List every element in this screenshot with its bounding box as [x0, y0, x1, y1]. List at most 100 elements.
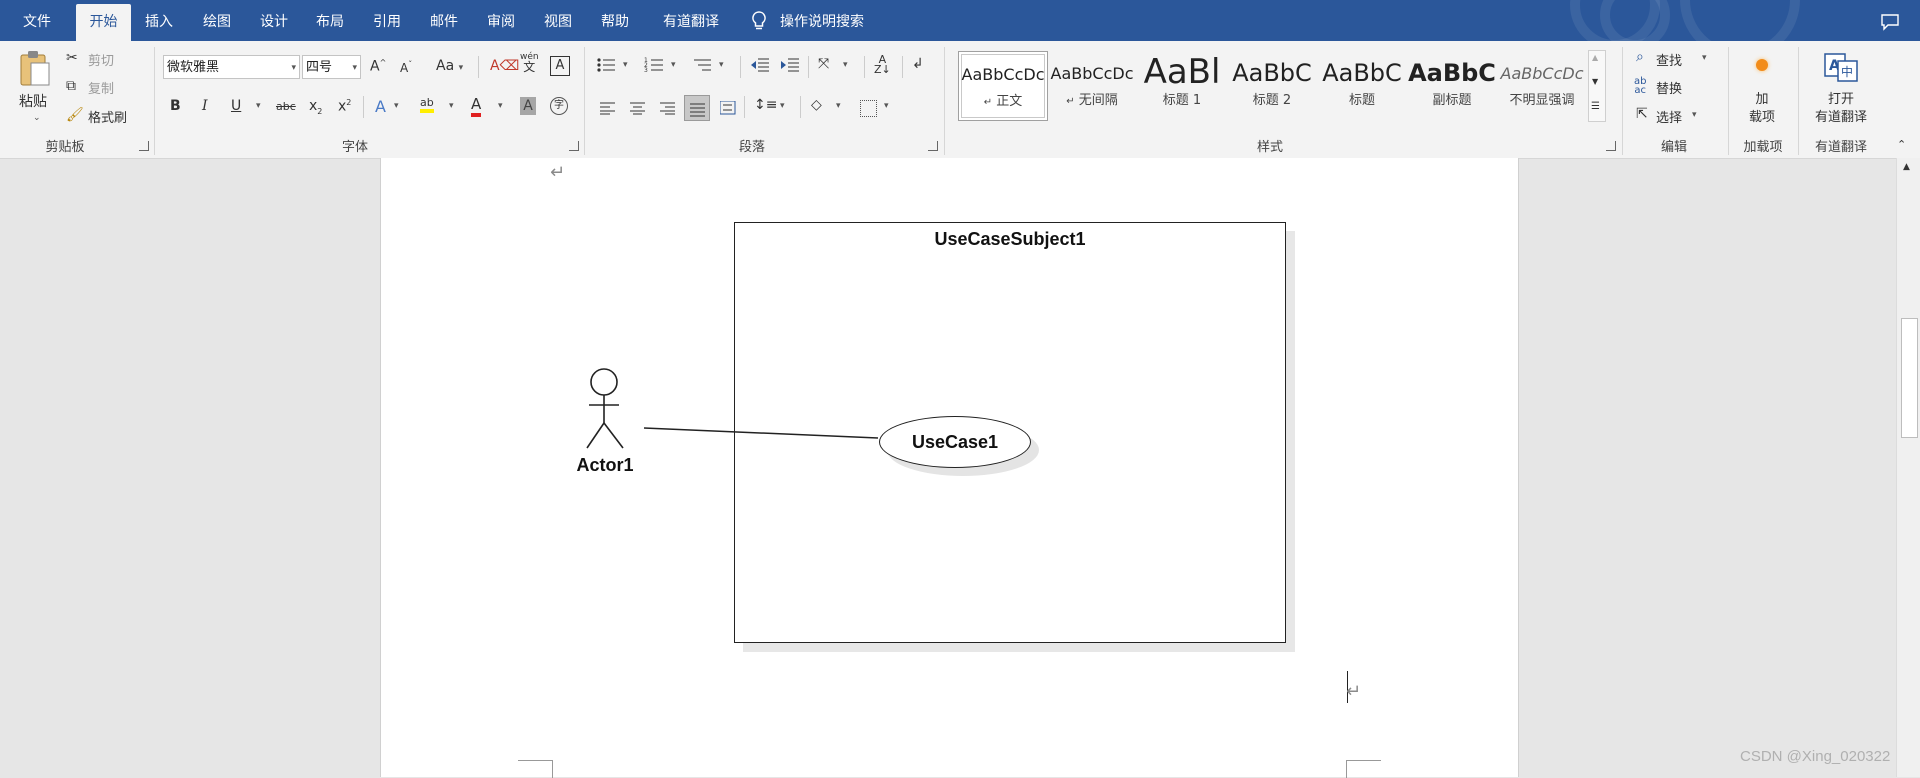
font-name-combo[interactable]: 微软雅黑 ▾: [163, 55, 300, 79]
tab-help[interactable]: 帮助: [592, 0, 638, 41]
line-spacing-icon[interactable]: ↕≡: [754, 97, 777, 113]
cut-button[interactable]: 剪切: [88, 50, 114, 69]
borders-chevron-icon[interactable]: ▾: [884, 101, 889, 111]
underline-button[interactable]: U: [231, 98, 241, 114]
superscript-button[interactable]: x2: [338, 98, 351, 115]
comments-icon[interactable]: [1880, 13, 1900, 31]
tab-insert[interactable]: 插入: [136, 0, 182, 41]
tab-mailings[interactable]: 邮件: [421, 0, 467, 41]
tab-layout[interactable]: 布局: [307, 0, 353, 41]
text-effects-icon[interactable]: A: [375, 97, 386, 116]
paragraph-launcher-icon[interactable]: [928, 141, 938, 151]
character-border-button[interactable]: A: [550, 56, 570, 76]
select-button[interactable]: 选择: [1656, 107, 1682, 126]
tab-file[interactable]: 文件: [8, 0, 66, 41]
replace-button[interactable]: 替换: [1656, 78, 1682, 97]
tab-references[interactable]: 引用: [364, 0, 410, 41]
styles-more-icon[interactable]: ☰: [1591, 101, 1600, 112]
tab-design[interactable]: 设计: [251, 0, 297, 41]
chinese-layout-chevron-icon[interactable]: ▾: [843, 60, 848, 70]
tab-draw[interactable]: 绘图: [194, 0, 240, 41]
style-subtitle[interactable]: AaBbC 副标题: [1408, 51, 1496, 119]
multilevel-list-icon[interactable]: [692, 56, 712, 74]
grow-font-button[interactable]: A^: [370, 58, 386, 75]
style-no-spacing[interactable]: AaBbCcDc ↵ 无间隔: [1048, 51, 1136, 119]
youdao-group-label: 有道翻译: [1814, 140, 1867, 155]
distributed-icon[interactable]: [719, 100, 736, 115]
font-launcher-icon[interactable]: [569, 141, 579, 151]
style-heading-2[interactable]: AaBbC 标题 2: [1228, 51, 1316, 119]
tab-view[interactable]: 视图: [535, 0, 581, 41]
style-title[interactable]: AaBbC 标题: [1318, 51, 1406, 119]
style-normal[interactable]: AaBbCcDc ↵ 正文: [958, 51, 1048, 121]
phonetic-guide-button[interactable]: wén 文: [520, 52, 539, 74]
font-color-chevron-icon[interactable]: ▾: [498, 101, 503, 111]
clear-formatting-icon[interactable]: A⌫: [490, 58, 519, 74]
style-heading-1[interactable]: AaBl 标题 1: [1138, 51, 1226, 119]
highlight-button[interactable]: ab: [420, 96, 434, 113]
youdao-translate-icon[interactable]: A中: [1824, 53, 1858, 83]
styles-launcher-icon[interactable]: [1606, 141, 1616, 151]
underline-dropdown-chevron-icon[interactable]: ▾: [256, 101, 261, 111]
copy-button[interactable]: 复制: [88, 78, 114, 97]
tell-me-search[interactable]: 操作说明搜索: [780, 0, 880, 41]
align-right-icon[interactable]: [660, 101, 676, 115]
styles-scroll-down-icon[interactable]: ▼: [1592, 77, 1598, 86]
shrink-font-button[interactable]: Aˇ: [400, 60, 412, 75]
use-case-label: UseCase1: [911, 432, 999, 452]
multilevel-chevron-icon[interactable]: ▾: [719, 60, 724, 70]
addins-button[interactable]: 加 载项: [1740, 91, 1784, 127]
paste-icon[interactable]: [18, 49, 52, 89]
scroll-up-icon[interactable]: ▲: [1903, 162, 1910, 172]
collapse-ribbon-chevron-icon[interactable]: ⌃: [1897, 138, 1906, 151]
tab-youdao[interactable]: 有道翻译: [651, 0, 731, 41]
line-spacing-chevron-icon[interactable]: ▾: [780, 101, 785, 111]
paste-dropdown-chevron-icon[interactable]: ⌄: [33, 113, 41, 123]
style-subtle-emphasis[interactable]: AaBbCcDc 不明显强调: [1498, 51, 1586, 119]
style-name: 标题 2: [1252, 93, 1292, 108]
tab-home[interactable]: 开始: [76, 4, 131, 41]
justify-button[interactable]: [684, 95, 710, 121]
font-size-combo[interactable]: 四号 ▾: [302, 55, 361, 79]
lightbulb-icon[interactable]: [748, 10, 770, 32]
highlight-chevron-icon[interactable]: ▾: [449, 101, 454, 111]
chinese-layout-icon[interactable]: ⤧: [818, 56, 829, 72]
select-chevron-icon[interactable]: ▾: [1692, 110, 1697, 120]
use-case-ellipse[interactable]: UseCase1: [879, 416, 1031, 468]
bold-button[interactable]: B: [170, 98, 181, 114]
text-effects-chevron-icon[interactable]: ▾: [394, 101, 399, 111]
decrease-indent-icon[interactable]: [750, 56, 770, 74]
align-center-icon[interactable]: [630, 101, 646, 115]
format-painter-button[interactable]: 格式刷: [88, 107, 127, 126]
youdao-open-button[interactable]: 打开 有道翻译: [1806, 91, 1876, 127]
bullets-chevron-icon[interactable]: ▾: [623, 60, 628, 70]
borders-icon[interactable]: [860, 100, 877, 117]
font-color-button[interactable]: A: [471, 95, 482, 117]
numbering-icon[interactable]: 123: [644, 56, 664, 74]
sort-icon[interactable]: A Z↓: [874, 54, 891, 75]
italic-button[interactable]: I: [202, 98, 208, 114]
paste-button[interactable]: 粘贴: [19, 91, 47, 111]
shading-chevron-icon[interactable]: ▾: [836, 101, 841, 111]
subscript-button[interactable]: x2: [309, 98, 322, 116]
tab-review[interactable]: 审阅: [478, 0, 524, 41]
enclose-characters-button[interactable]: 字: [550, 97, 568, 115]
scrollbar-thumb[interactable]: [1901, 318, 1918, 438]
shading-bucket-icon[interactable]: ◇: [811, 97, 822, 113]
clipboard-launcher-icon[interactable]: [139, 141, 149, 151]
bullets-icon[interactable]: [596, 56, 616, 74]
strikethrough-button[interactable]: abc: [276, 100, 296, 113]
actor-association: [586, 368, 879, 449]
show-paragraph-marks-icon[interactable]: ↲: [912, 56, 924, 72]
styles-scroll-up-icon[interactable]: ▲: [1592, 53, 1598, 62]
find-chevron-icon[interactable]: ▾: [1702, 53, 1707, 63]
style-preview: AaBbC: [1408, 59, 1496, 87]
vertical-scrollbar[interactable]: ▲: [1896, 158, 1920, 777]
increase-indent-icon[interactable]: [780, 56, 800, 74]
change-case-button[interactable]: Aa ▾: [436, 58, 463, 74]
character-shading-button[interactable]: A: [520, 97, 536, 115]
addins-icon[interactable]: [1756, 59, 1768, 71]
numbering-chevron-icon[interactable]: ▾: [671, 60, 676, 70]
find-button[interactable]: 查找: [1656, 50, 1682, 69]
align-left-icon[interactable]: [600, 101, 616, 115]
